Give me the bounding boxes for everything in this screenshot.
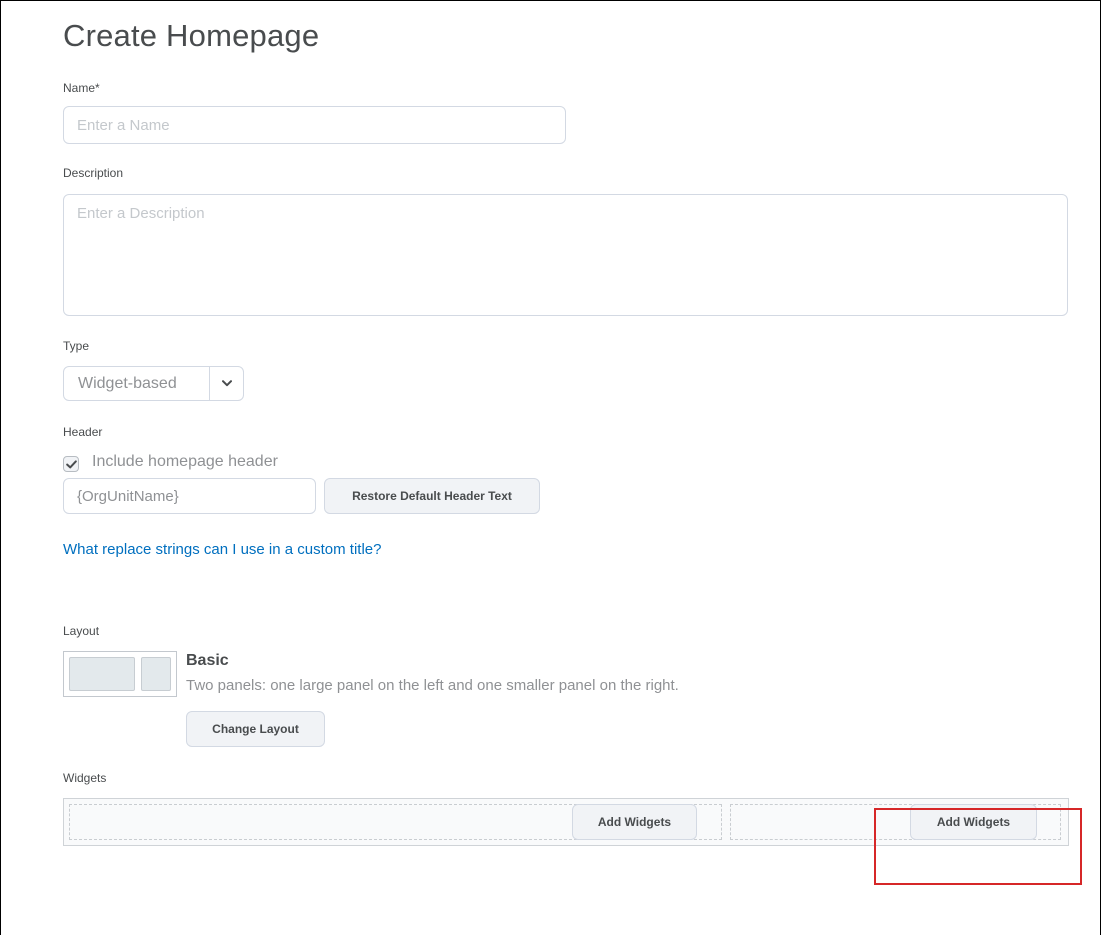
include-header-checkbox[interactable] [63,456,79,472]
add-widgets-left-button[interactable]: Add Widgets [572,804,697,840]
type-label: Type [63,339,90,353]
layout-thumbnail-large-panel [69,657,135,691]
name-input[interactable] [63,106,566,144]
highlight-annotation-box [874,808,1082,885]
window-top-border [0,0,1101,1]
layout-name: Basic [186,652,229,669]
include-header-label[interactable]: Include homepage header [92,453,278,471]
type-select-value: Widget-based [78,374,177,392]
type-select[interactable]: Widget-based [63,366,244,401]
layout-thumbnail [63,651,177,697]
replace-strings-help-link[interactable]: What replace strings can I use in a cust… [63,541,381,558]
widgets-label: Widgets [63,771,107,785]
restore-default-header-button[interactable]: Restore Default Header Text [324,478,540,514]
chevron-down-icon[interactable] [209,367,243,400]
layout-thumbnail-small-panel [141,657,171,691]
header-text-input[interactable] [63,478,316,514]
header-label: Header [63,425,103,439]
change-layout-button[interactable]: Change Layout [186,711,325,747]
description-textarea[interactable] [63,194,1068,316]
checkmark-icon [65,459,77,468]
window-left-border [0,0,1,935]
name-label: Name* [63,81,100,95]
layout-label: Layout [63,624,100,638]
layout-description: Two panels: one large panel on the left … [186,677,679,694]
description-label: Description [63,166,124,180]
page-title: Create Homepage [63,18,320,53]
